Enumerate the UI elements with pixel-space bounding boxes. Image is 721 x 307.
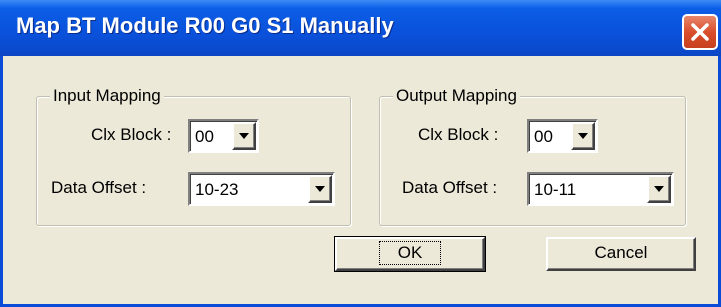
input-data-offset-dropdown-button[interactable] xyxy=(308,175,332,203)
ok-button[interactable]: OK xyxy=(334,236,486,272)
input-clx-block-dropdown-button[interactable] xyxy=(232,122,256,150)
window-title: Map BT Module R00 G0 S1 Manually xyxy=(16,13,394,38)
output-clx-block-label: Clx Block : xyxy=(418,125,499,144)
chevron-down-icon xyxy=(654,186,664,192)
output-clx-block-select[interactable]: 00 xyxy=(527,119,598,153)
input-data-offset-label: Data Offset : xyxy=(51,178,147,197)
output-data-offset-label: Data Offset : xyxy=(402,178,498,197)
input-data-offset-value: 10-23 xyxy=(195,180,239,199)
input-mapping-legend: Input Mapping xyxy=(50,86,164,106)
input-clx-block-label: Clx Block : xyxy=(91,125,172,144)
output-clx-block-value: 00 xyxy=(534,127,553,146)
dialog-window: Map BT Module R00 G0 S1 Manually Input M… xyxy=(0,0,721,307)
input-mapping-group: Input Mapping Clx Block : 00 Data Offset… xyxy=(36,86,351,226)
close-icon xyxy=(691,23,709,41)
chevron-down-icon xyxy=(315,186,325,192)
input-clx-block-value: 00 xyxy=(195,127,214,146)
output-data-offset-value: 10-11 xyxy=(534,180,577,199)
chevron-down-icon xyxy=(578,133,588,139)
ok-button-label: OK xyxy=(378,241,442,265)
cancel-button[interactable]: Cancel xyxy=(546,237,696,271)
cancel-button-label: Cancel xyxy=(594,243,648,262)
output-data-offset-dropdown-button[interactable] xyxy=(647,175,671,203)
input-data-offset-select[interactable]: 10-23 xyxy=(188,172,335,206)
output-mapping-legend: Output Mapping xyxy=(393,86,520,106)
output-clx-block-dropdown-button[interactable] xyxy=(571,122,595,150)
title-bar[interactable]: Map BT Module R00 G0 S1 Manually xyxy=(0,0,721,56)
chevron-down-icon xyxy=(239,133,249,139)
output-data-offset-select[interactable]: 10-11 xyxy=(527,172,674,206)
output-mapping-group: Output Mapping Clx Block : 00 Data Offse… xyxy=(379,86,686,226)
close-button[interactable] xyxy=(682,14,718,50)
input-clx-block-select[interactable]: 00 xyxy=(188,119,259,153)
